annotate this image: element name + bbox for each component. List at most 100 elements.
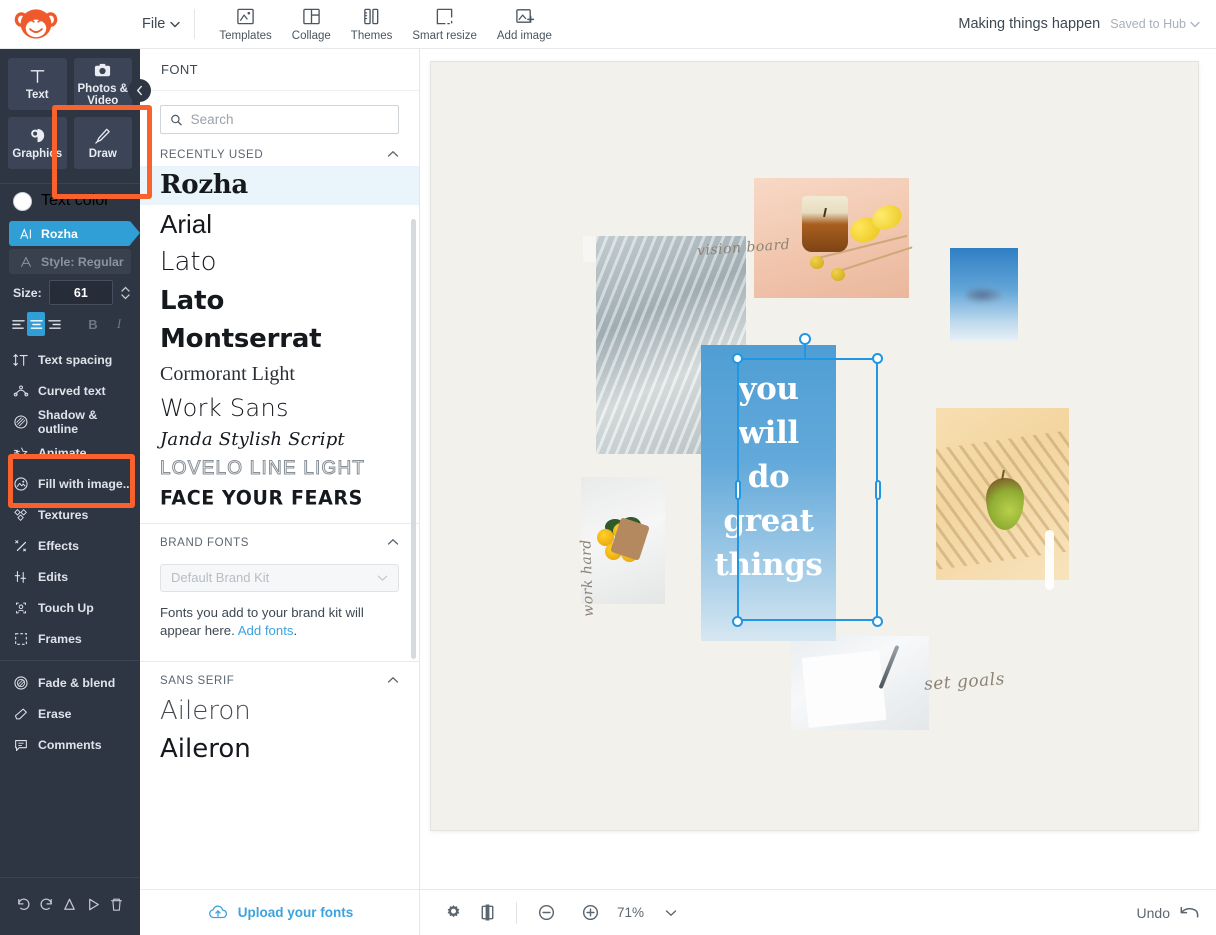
tool-add-image[interactable]: Add image (487, 2, 562, 46)
bottom-toolbar: 71% Undo (420, 889, 1216, 935)
resize-handle-bottom-right[interactable] (872, 616, 883, 627)
bottombar-divider (516, 901, 517, 924)
canvas-stage[interactable]: you will do great things vision board wo… (420, 49, 1216, 889)
save-status[interactable]: Saved to Hub (1110, 17, 1200, 31)
rail-card-photos-video[interactable]: Photos & Video (73, 58, 132, 110)
font-option-janda-stylish-script[interactable]: Janda Stylish Script (140, 426, 419, 455)
section-recently-used-header[interactable]: RECENTLY USED (140, 144, 419, 166)
brand-kit-select[interactable]: Default Brand Kit (160, 563, 399, 592)
font-family-value: Rozha (41, 226, 78, 241)
panel-collapse-button[interactable] (128, 79, 151, 102)
artboard[interactable]: you will do great things vision board wo… (431, 62, 1198, 830)
file-menu-button[interactable]: File (136, 12, 186, 36)
collage-image-desk-notebook[interactable] (791, 636, 929, 730)
font-size-input[interactable]: 61 (48, 280, 113, 305)
zoom-dropdown-button[interactable] (661, 896, 681, 930)
app-logo[interactable] (0, 0, 140, 49)
canvas-inner-scrollbar[interactable] (1045, 530, 1054, 590)
undo-button[interactable]: Undo (1137, 904, 1200, 922)
split-view-button[interactable] (470, 896, 504, 930)
tool-templates[interactable]: Templates (209, 2, 281, 46)
text-line-will: will (738, 415, 799, 452)
italic-button[interactable]: I (107, 312, 131, 336)
font-option-lato-1[interactable]: Lato (140, 243, 419, 282)
text-line-things: things (714, 547, 823, 584)
rail-item-text-spacing[interactable]: Text spacing (0, 344, 140, 375)
font-list-scrollbar[interactable] (411, 219, 416, 659)
zoom-level-value: 71% (617, 905, 645, 920)
align-right-icon (47, 319, 61, 329)
font-option-aileron-regular[interactable]: Aileron (140, 730, 419, 769)
font-family-selector[interactable]: Rozha (9, 221, 140, 246)
font-option-cormorant-light[interactable]: Cormorant Light (140, 359, 419, 390)
resize-handle-top-left[interactable] (732, 353, 743, 364)
file-menu-label: File (142, 16, 166, 32)
text-color-swatch (13, 191, 32, 211)
section-sans-serif-header[interactable]: SANS SERIF (140, 670, 419, 692)
rail-item-textures[interactable]: Textures (0, 499, 140, 530)
rail-item-animate[interactable]: Animate (0, 437, 140, 468)
rail-item-fade-blend[interactable]: Fade & blend (0, 667, 140, 698)
zoom-in-button[interactable] (573, 896, 607, 930)
rail-item-shadow-outline[interactable]: Shadow & outline (0, 406, 140, 437)
canvas-script-work-hard[interactable]: work hard (578, 539, 597, 617)
rail-item-edits[interactable]: Edits (0, 561, 140, 592)
align-left-button[interactable] (9, 312, 27, 336)
rail-menu-group-2: Fade & blend Erase Comments (0, 667, 140, 760)
font-option-aileron-light[interactable]: Aileron (140, 692, 419, 731)
section-brand-fonts-header[interactable]: BRAND FONTS (140, 532, 419, 554)
rail-item-effects[interactable]: Effects (0, 530, 140, 561)
font-option-lovelo-line-light[interactable]: LOVELO LINE LIGHT (140, 454, 419, 484)
rail-item-fill-with-image[interactable]: Fill with image... (0, 468, 140, 499)
font-option-montserrat[interactable]: Montserrat (140, 320, 419, 359)
rail-item-fade-blend-label: Fade & blend (38, 675, 116, 690)
font-size-stepper[interactable] (120, 285, 131, 301)
rail-item-curved-text-label: Curved text (38, 383, 106, 398)
rail-card-text[interactable]: Text (8, 58, 67, 110)
font-option-rozha[interactable]: Rozha (140, 166, 419, 205)
collage-image-sky[interactable] (950, 248, 1018, 342)
tool-themes[interactable]: Themes (341, 2, 403, 46)
resize-handle-left[interactable] (735, 480, 741, 500)
rotate-handle[interactable] (799, 333, 811, 345)
resize-handle-right[interactable] (875, 480, 881, 500)
chevron-down-icon (1190, 21, 1200, 27)
selected-text-block[interactable]: you will do great things (701, 345, 836, 641)
rail-item-comments-label: Comments (38, 737, 102, 752)
font-search-input[interactable] (190, 112, 389, 127)
resize-handle-bottom-left[interactable] (732, 616, 743, 627)
font-option-work-sans[interactable]: Work Sans (140, 390, 419, 426)
bold-button[interactable]: B (81, 312, 105, 336)
zoom-in-icon (582, 904, 598, 921)
rail-item-curved-text[interactable]: Curved text (0, 375, 140, 406)
touch-up-face-icon (16, 602, 26, 613)
font-option-face-your-fears[interactable]: FACE YOUR FEARS (140, 483, 419, 514)
font-search-box[interactable] (160, 105, 399, 134)
align-left-icon (11, 319, 25, 329)
tool-collage[interactable]: Collage (282, 2, 341, 46)
undo-label: Undo (1136, 904, 1170, 921)
topbar-right: Making things happen Saved to Hub (958, 16, 1216, 32)
rail-card-graphics[interactable]: Graphics (8, 117, 67, 169)
text-spacing-icon (13, 353, 28, 366)
rail-item-touch-up[interactable]: Touch Up (0, 592, 140, 623)
canvas-script-set-goals[interactable]: set goals (923, 669, 1005, 695)
rail-item-frames[interactable]: Frames (0, 623, 140, 654)
settings-button[interactable] (436, 896, 470, 930)
font-option-arial[interactable]: Arial (140, 205, 419, 244)
text-color-picker[interactable]: Text color (0, 184, 140, 218)
document-title[interactable]: Making things happen (958, 16, 1100, 32)
rail-card-draw[interactable]: Draw (73, 117, 132, 169)
font-style-selector[interactable]: Style: Regular (9, 249, 131, 274)
tool-smart-resize[interactable]: Smart resize (402, 2, 487, 46)
add-fonts-link[interactable]: Add fonts (238, 623, 294, 638)
panel-divider-1 (140, 522, 419, 524)
rail-item-erase[interactable]: Erase (0, 698, 140, 729)
font-option-lato-2[interactable]: Lato (140, 282, 419, 321)
align-center-button[interactable] (27, 312, 45, 336)
resize-handle-top-right[interactable] (872, 353, 883, 364)
rail-item-comments[interactable]: Comments (0, 729, 140, 760)
align-right-button[interactable] (45, 312, 63, 336)
rail-card-text-label: Text (25, 88, 49, 101)
zoom-out-button[interactable] (529, 896, 563, 930)
